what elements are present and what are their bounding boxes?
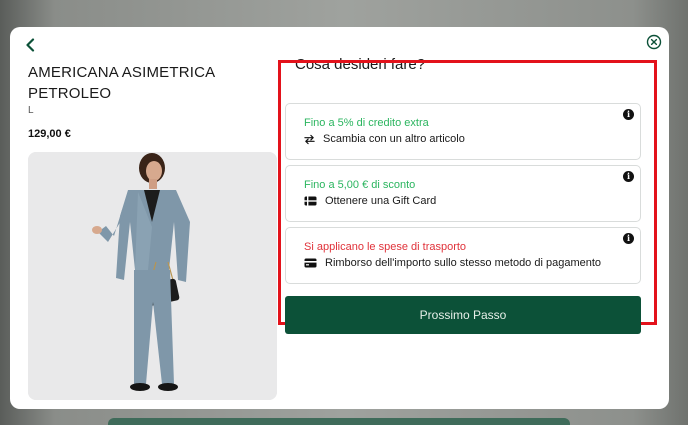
option-gift-card[interactable]: Fino a 5,00 € di sconto Ottenere una Gif… <box>285 165 641 222</box>
model-in-suit-illustration <box>28 152 277 400</box>
product-title: AMERICANA ASIMETRICA PETROLEO <box>28 64 215 102</box>
product-image <box>28 152 277 400</box>
gift-card-icon <box>304 196 317 206</box>
option-tag: Si applicano le spese di trasporto <box>304 241 467 253</box>
product-size: L <box>28 105 34 116</box>
next-step-button[interactable]: Prossimo Passo <box>285 296 641 334</box>
info-icon[interactable]: i <box>623 171 634 182</box>
product-price: 129,00 € <box>28 128 71 140</box>
info-icon[interactable]: i <box>623 109 634 120</box>
close-circle-icon <box>646 34 662 50</box>
back-button[interactable] <box>22 37 38 53</box>
background-button <box>108 418 570 425</box>
chevron-left-icon <box>26 38 35 52</box>
option-label: Ottenere una Gift Card <box>325 195 437 207</box>
option-refund[interactable]: Si applicano le spese di trasporto Rimbo… <box>285 227 641 284</box>
close-button[interactable] <box>646 34 662 50</box>
swap-arrows-icon <box>304 134 315 144</box>
option-tag: Fino a 5,00 € di sconto <box>304 179 416 191</box>
option-exchange[interactable]: Fino a 5% di credito extra Scambia con u… <box>285 103 641 160</box>
info-icon[interactable]: i <box>623 233 634 244</box>
option-tag: Fino a 5% di credito extra <box>304 117 429 129</box>
option-label: Scambia con un altro articolo <box>323 133 465 145</box>
option-label: Rimborso dell'importo sullo stesso metod… <box>325 257 602 269</box>
credit-card-icon <box>304 258 317 268</box>
